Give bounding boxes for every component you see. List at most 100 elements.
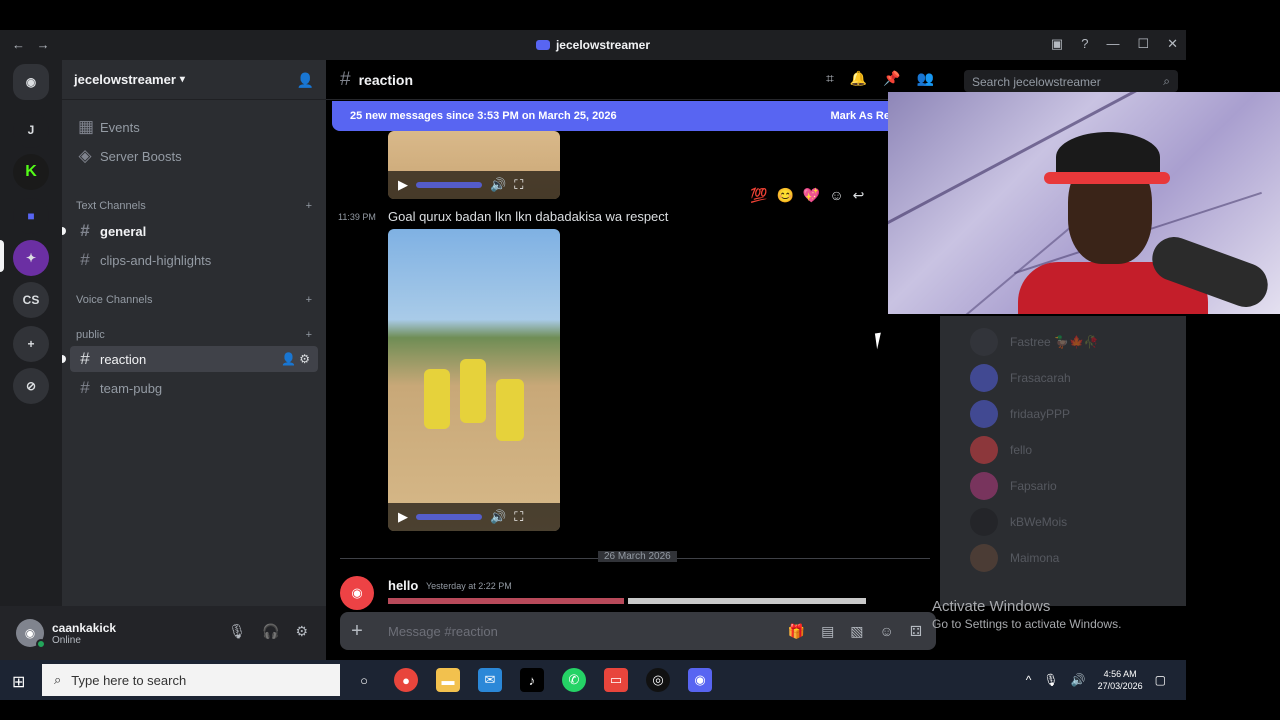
clock[interactable]: 4:56 AM 27/03/2026 <box>1098 668 1143 692</box>
unread-indicator <box>62 355 66 363</box>
pin-icon[interactable]: 📌 <box>883 70 900 87</box>
obs-icon[interactable]: ◎ <box>646 668 670 692</box>
channel-clips-and-highlights[interactable]: # clips-and-highlights <box>70 247 318 273</box>
inbox-icon[interactable]: ▣ <box>1051 36 1063 52</box>
microphone-icon[interactable]: 🎙 <box>1043 673 1058 687</box>
boost-icon: ◈ <box>78 146 92 165</box>
new-messages-banner[interactable]: 25 new messages since 3:53 PM on March 2… <box>332 101 902 131</box>
player-figure <box>460 359 486 423</box>
discord-taskbar-icon[interactable]: ◉ <box>688 668 712 692</box>
author-name[interactable]: hello <box>388 578 418 593</box>
members-icon[interactable]: 👥 <box>917 70 934 87</box>
minimize-button[interactable]: — <box>1106 36 1119 52</box>
gift-icon[interactable]: 🎁 <box>788 623 805 640</box>
close-button[interactable]: ✕ <box>1167 36 1178 52</box>
gear-icon[interactable]: ⚙ <box>295 623 308 640</box>
cortana-icon[interactable]: ○ <box>352 668 376 692</box>
channel-settings-icons[interactable]: 👤 ⚙ <box>281 352 310 366</box>
user-avatar[interactable]: ◉ <box>16 619 46 649</box>
channel-reaction[interactable]: # reaction 👤 ⚙ <box>70 346 318 372</box>
play-icon[interactable]: ▶ <box>398 509 408 525</box>
volume-icon[interactable]: 🔊 <box>490 509 506 525</box>
hash-icon: # <box>80 378 90 397</box>
progress-bar[interactable] <box>416 182 482 188</box>
message-input[interactable]: Message #reaction <box>374 624 788 639</box>
microphone-icon[interactable]: 🎙 <box>228 623 246 640</box>
server-j[interactable]: J <box>13 112 49 148</box>
member-item[interactable]: Fapsario <box>970 472 1057 500</box>
server-k-icon[interactable]: K <box>13 154 49 190</box>
window-controls: ▣ ? — ☐ ✕ <box>1051 36 1178 52</box>
message-composer[interactable]: + Message #reaction 🎁 ▤ ▧ ☺ ⚃ <box>340 612 936 650</box>
recorder-icon[interactable]: ▭ <box>604 668 628 692</box>
emoji-reaction-icon[interactable]: 😊 <box>776 187 793 204</box>
member-item[interactable]: fridaayPPP <box>970 400 1070 428</box>
progress-bar[interactable] <box>416 514 482 520</box>
headphones-icon[interactable]: 🎧 <box>262 623 279 640</box>
events-item[interactable]: ▦ Events <box>70 114 318 140</box>
member-item[interactable]: fello <box>970 436 1032 464</box>
tiktok-icon[interactable]: ♪ <box>520 668 544 692</box>
fullscreen-icon[interactable]: ⛶ <box>514 177 523 193</box>
member-item[interactable]: Maimona <box>970 544 1059 572</box>
whatsapp-icon[interactable]: ✆ <box>562 668 586 692</box>
folder-icon[interactable]: ■ <box>13 198 49 234</box>
add-server-icon[interactable]: + <box>13 326 49 362</box>
search-input[interactable]: Search jecelowstreamer ⌕ <box>964 70 1178 92</box>
channel-title: reaction <box>358 71 414 88</box>
notification-icon[interactable]: ▢ <box>1155 673 1166 687</box>
add-reaction-icon[interactable]: ☺ <box>829 187 843 204</box>
reply-icon[interactable]: ↩ <box>853 187 865 204</box>
sticker-icon[interactable]: ▧ <box>850 623 863 640</box>
video-attachment[interactable]: ▶ 🔊 ⛶ <box>388 131 560 199</box>
volume-icon[interactable]: 🔊 <box>490 177 506 193</box>
channel-team-pubg[interactable]: # team-pubg <box>70 375 318 401</box>
fullscreen-icon[interactable]: ⛶ <box>514 509 523 525</box>
search-icon: ⌕ <box>1163 74 1170 88</box>
maximize-button[interactable]: ☐ <box>1137 36 1149 52</box>
add-attachment-icon[interactable]: + <box>340 620 374 643</box>
gif-icon[interactable]: ▤ <box>821 623 834 640</box>
member-item[interactable]: kBWeMois <box>970 508 1067 536</box>
emoji-reaction-icon[interactable]: 💖 <box>803 187 820 204</box>
member-avatar <box>970 544 998 572</box>
discord-home-icon[interactable]: ◉ <box>13 64 49 100</box>
header-toolbar: ⌗ 🔔 📌 👥 <box>826 70 934 87</box>
windows-start-icon[interactable]: ⊞ <box>12 672 25 692</box>
username: caankakick <box>52 620 117 635</box>
apps-icon[interactable]: ⚃ <box>910 623 922 640</box>
mail-icon[interactable]: ✉ <box>478 668 502 692</box>
author-avatar[interactable]: ◉ <box>340 576 374 610</box>
category-public[interactable]: public + <box>76 329 312 341</box>
file-explorer-icon[interactable]: ▬ <box>436 668 460 692</box>
video-attachment[interactable]: ▶ 🔊 ⛶ <box>388 229 560 531</box>
help-icon[interactable]: ? <box>1081 36 1088 52</box>
chrome-icon[interactable]: ● <box>394 668 418 692</box>
add-channel-icon[interactable]: + <box>306 294 312 306</box>
category-voice-channels[interactable]: Voice Channels + <box>76 294 312 306</box>
member-item[interactable]: Frasacarah <box>970 364 1071 392</box>
category-text-channels[interactable]: Text Channels + <box>76 200 312 212</box>
embed-preview <box>388 598 624 604</box>
add-channel-icon[interactable]: + <box>306 329 312 341</box>
emoji-reaction-icon[interactable]: 💯 <box>750 187 767 204</box>
threads-icon[interactable]: ⌗ <box>826 70 834 87</box>
taskbar-search-input[interactable]: ⌕ Type here to search <box>42 664 340 696</box>
member-avatar <box>970 436 998 464</box>
guild-header[interactable]: jecelowstreamer ▾ 👤 <box>62 60 326 100</box>
bell-icon[interactable]: 🔔 <box>850 70 867 87</box>
invite-member-icon[interactable]: 👤 <box>297 72 314 89</box>
member-item[interactable]: Fastree 🦆🍁🥀 <box>970 328 1099 356</box>
server-boosts-item[interactable]: ◈ Server Boosts <box>70 143 318 169</box>
play-icon[interactable]: ▶ <box>398 177 408 193</box>
discover-icon[interactable]: ⊘ <box>13 368 49 404</box>
add-channel-icon[interactable]: + <box>306 200 312 212</box>
channel-general[interactable]: # general <box>70 218 318 244</box>
chevron-up-icon[interactable]: ^ <box>1026 673 1032 687</box>
mark-as-read-button[interactable]: Mark As Re <box>830 110 890 122</box>
server-cs[interactable]: CS <box>13 282 49 318</box>
volume-icon[interactable]: 🔊 <box>1071 673 1086 687</box>
video-controls: ▶ 🔊 ⛶ <box>388 171 560 199</box>
server-jecelowstreamer[interactable]: ✦ <box>13 240 49 276</box>
emoji-icon[interactable]: ☺ <box>880 623 894 640</box>
